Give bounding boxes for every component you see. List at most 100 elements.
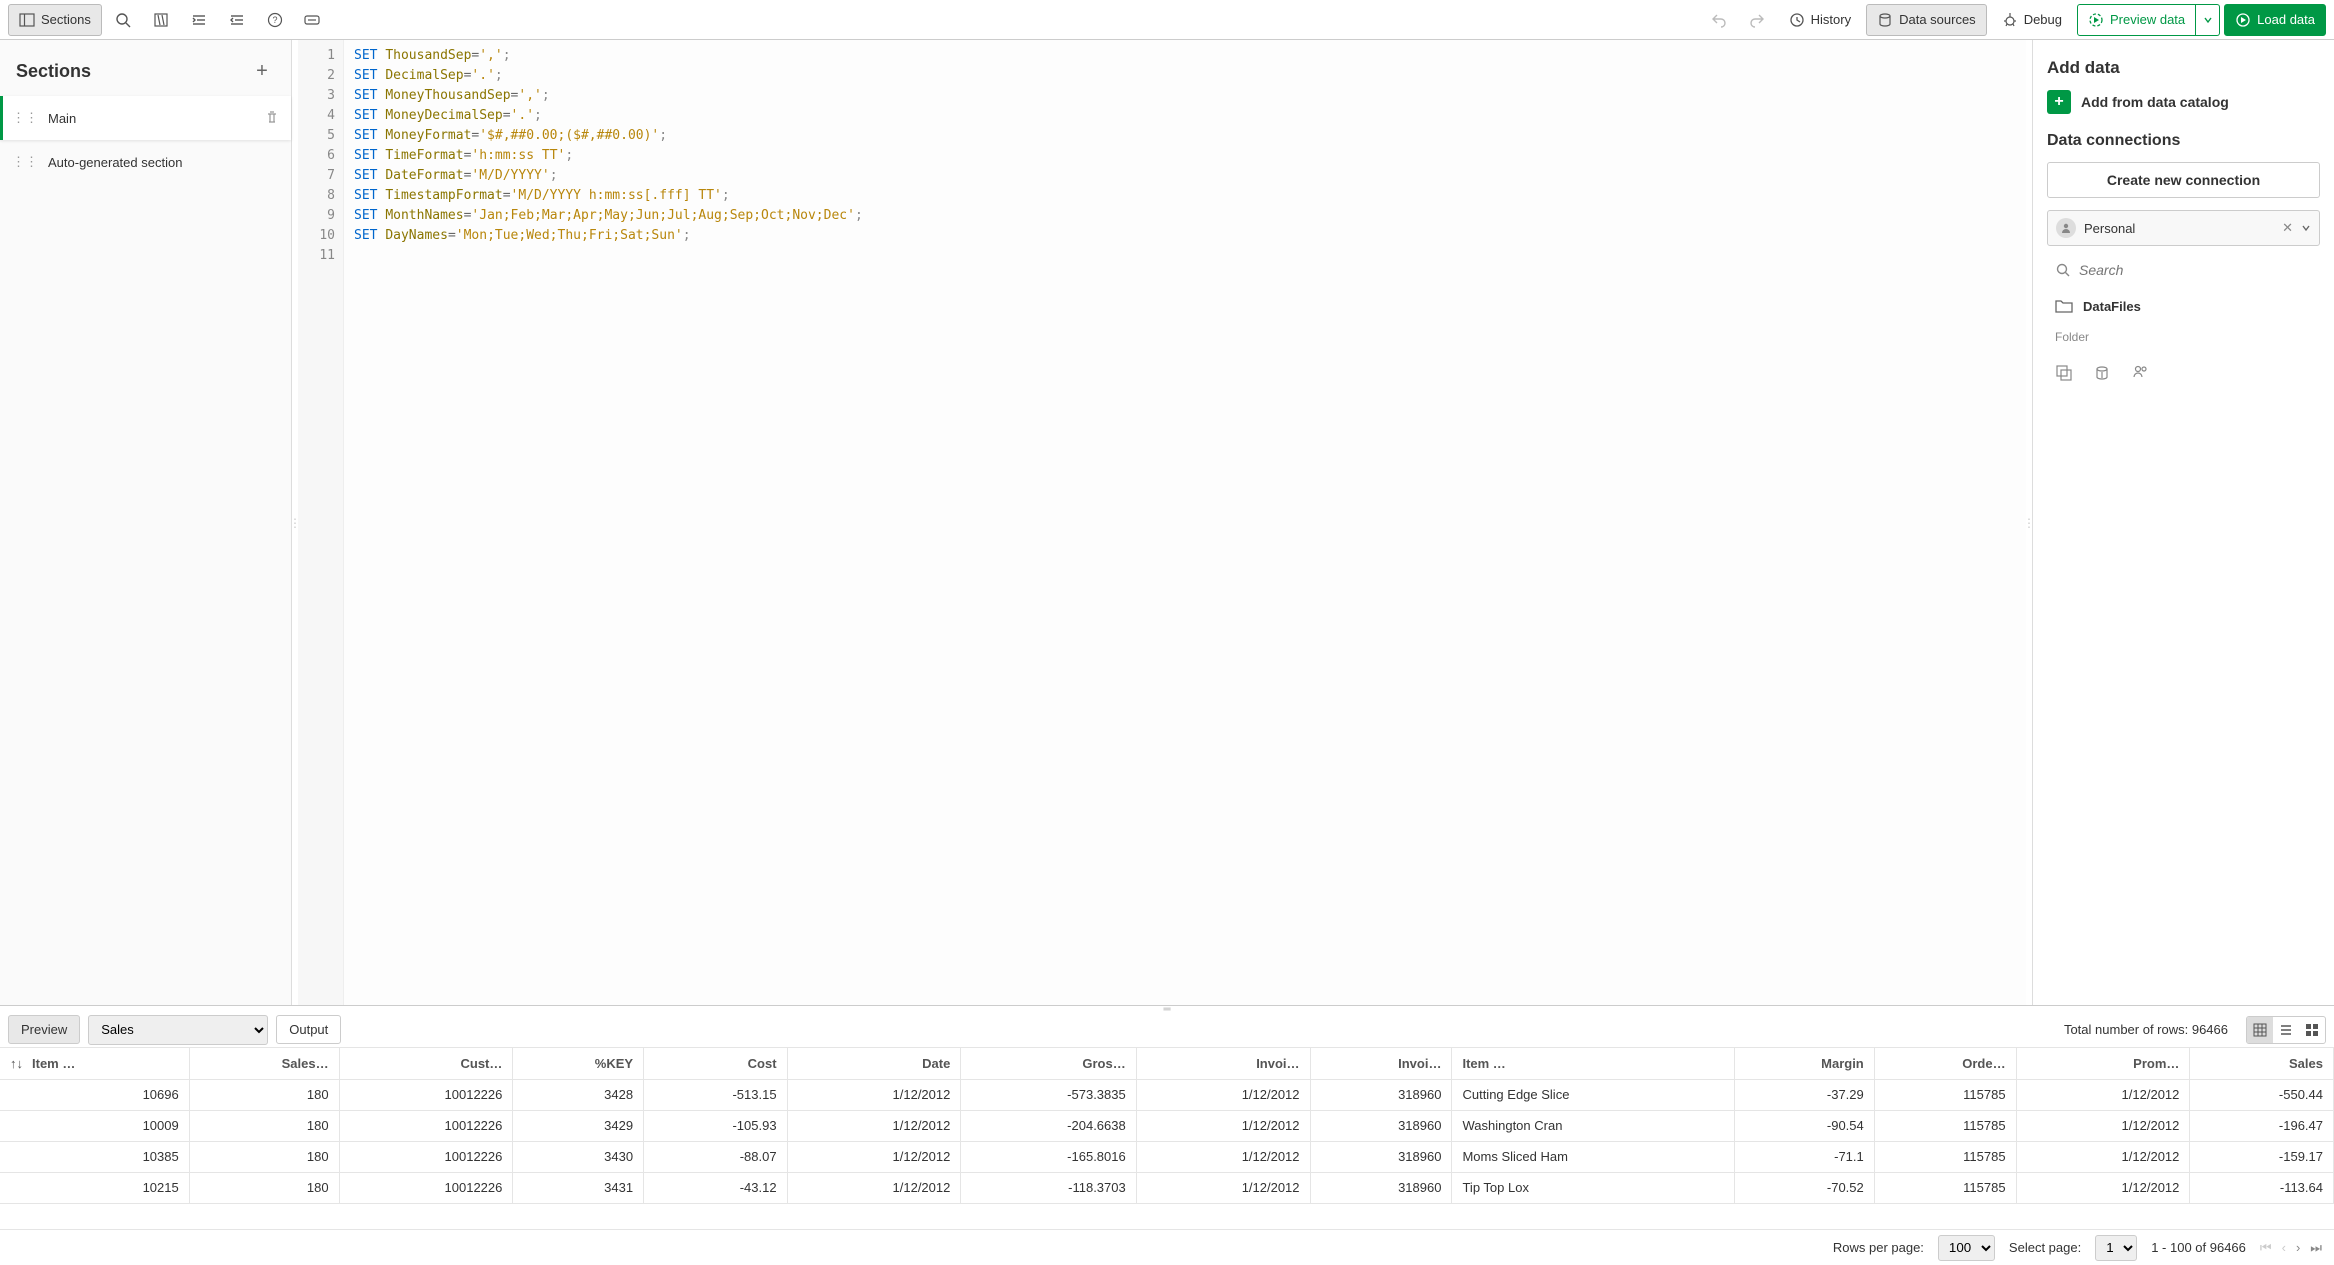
search-input[interactable] bbox=[2079, 262, 2312, 278]
column-header[interactable]: Cost bbox=[644, 1048, 787, 1079]
column-header[interactable]: Invoi… bbox=[1310, 1048, 1452, 1079]
table-row[interactable]: 10385180100122263430-88.071/12/2012-165.… bbox=[0, 1141, 2334, 1172]
preview-data-label: Preview data bbox=[2110, 12, 2185, 27]
preview-tab[interactable]: Preview bbox=[8, 1015, 80, 1044]
column-header[interactable]: Cust… bbox=[339, 1048, 513, 1079]
sections-sidebar: Sections + ⋮⋮Main⋮⋮Auto-generated sectio… bbox=[0, 40, 292, 1005]
rows-per-page-select[interactable]: 100 bbox=[1938, 1235, 1995, 1261]
table-cell: -550.44 bbox=[2190, 1079, 2334, 1110]
comment-toggle-button[interactable] bbox=[144, 4, 178, 36]
table-cell: 115785 bbox=[1874, 1172, 2016, 1203]
indent-button[interactable] bbox=[182, 4, 216, 36]
table-cell: -105.93 bbox=[644, 1110, 787, 1141]
load-icon bbox=[2235, 12, 2251, 28]
column-header[interactable]: Sales bbox=[2190, 1048, 2334, 1079]
outdent-button[interactable] bbox=[220, 4, 254, 36]
table-cell: 10009 bbox=[0, 1110, 189, 1141]
help-button[interactable]: ? bbox=[258, 4, 292, 36]
grid-view-icon[interactable] bbox=[2247, 1017, 2273, 1043]
editor-code[interactable]: SET ThousandSep=',';SET DecimalSep='.';S… bbox=[344, 40, 873, 1005]
next-page-icon[interactable]: › bbox=[2296, 1240, 2300, 1256]
sections-list: ⋮⋮Main⋮⋮Auto-generated section bbox=[0, 96, 291, 184]
table-cell: 1/12/2012 bbox=[1136, 1172, 1310, 1203]
drag-handle-icon[interactable]: ⋮⋮ bbox=[12, 154, 38, 170]
script-editor[interactable]: 1234567891011 SET ThousandSep=',';SET De… bbox=[298, 40, 2026, 1005]
table-cell: 1/12/2012 bbox=[787, 1172, 961, 1203]
chevron-down-icon[interactable] bbox=[2301, 221, 2311, 236]
preview-data-dropdown[interactable] bbox=[2196, 4, 2220, 36]
preview-table-wrap[interactable]: ↑↓Item …Sales…Cust…%KEYCostDateGros…Invo… bbox=[0, 1048, 2334, 1229]
table-selector[interactable]: Sales bbox=[88, 1015, 268, 1045]
undo-button[interactable] bbox=[1702, 4, 1736, 36]
table-row[interactable]: 10696180100122263428-513.151/12/2012-573… bbox=[0, 1079, 2334, 1110]
debug-button[interactable]: Debug bbox=[1991, 4, 2073, 36]
table-pager: Rows per page: 100 Select page: 1 1 - 10… bbox=[0, 1229, 2334, 1265]
history-button[interactable]: History bbox=[1778, 4, 1862, 36]
prev-page-icon[interactable]: ‹ bbox=[2282, 1240, 2286, 1256]
first-page-icon[interactable]: ⏮ bbox=[2260, 1240, 2272, 1256]
table-cell: 10215 bbox=[0, 1172, 189, 1203]
table-cell: -88.07 bbox=[644, 1141, 787, 1172]
column-header[interactable]: ↑↓Item … bbox=[0, 1048, 189, 1079]
table-cell: 3431 bbox=[513, 1172, 644, 1203]
table-cell: 3428 bbox=[513, 1079, 644, 1110]
select-page-select[interactable]: 1 bbox=[2095, 1235, 2137, 1261]
column-header[interactable]: Margin bbox=[1734, 1048, 1874, 1079]
column-header[interactable]: Prom… bbox=[2016, 1048, 2190, 1079]
datafiles-folder[interactable]: DataFiles bbox=[2047, 294, 2320, 318]
section-item[interactable]: ⋮⋮Main bbox=[0, 96, 291, 140]
bottom-panel: ═ Preview Sales Output Total number of r… bbox=[0, 1005, 2334, 1265]
section-item[interactable]: ⋮⋮Auto-generated section bbox=[0, 140, 291, 184]
insert-script-icon[interactable] bbox=[2093, 364, 2111, 385]
drag-handle-icon[interactable]: ⋮⋮ bbox=[12, 110, 38, 126]
space-filter-chip[interactable]: Personal ✕ bbox=[2047, 210, 2320, 246]
redo-button[interactable] bbox=[1740, 4, 1774, 36]
table-cell: 1/12/2012 bbox=[787, 1079, 961, 1110]
column-header[interactable]: Orde… bbox=[1874, 1048, 2016, 1079]
output-tab[interactable]: Output bbox=[276, 1015, 341, 1044]
preview-data-button[interactable]: Preview data bbox=[2077, 4, 2196, 36]
column-header[interactable]: Gros… bbox=[961, 1048, 1136, 1079]
chevron-down-icon bbox=[2203, 15, 2213, 25]
table-cell: 1/12/2012 bbox=[1136, 1079, 1310, 1110]
clear-filter-icon[interactable]: ✕ bbox=[2282, 220, 2293, 236]
add-section-button[interactable]: + bbox=[249, 58, 275, 84]
sections-panel-toggle[interactable]: Sections bbox=[8, 4, 102, 36]
data-sources-button[interactable]: Data sources bbox=[1866, 4, 1987, 36]
table-cell: 318960 bbox=[1310, 1079, 1452, 1110]
add-from-catalog-button[interactable]: + Add from data catalog bbox=[2047, 90, 2320, 114]
svg-text:?: ? bbox=[272, 15, 277, 25]
table-cell: 1/12/2012 bbox=[1136, 1110, 1310, 1141]
table-row[interactable]: 10009180100122263429-105.931/12/2012-204… bbox=[0, 1110, 2334, 1141]
tag-icon bbox=[304, 13, 322, 27]
column-header[interactable]: Invoi… bbox=[1136, 1048, 1310, 1079]
sections-btn-label: Sections bbox=[41, 12, 91, 27]
column-header[interactable]: Sales… bbox=[189, 1048, 339, 1079]
table-cell: Tip Top Lox bbox=[1452, 1172, 1734, 1203]
column-header[interactable]: Date bbox=[787, 1048, 961, 1079]
preview-tabs: Preview Sales Output Total number of row… bbox=[0, 1012, 2334, 1048]
search-button[interactable] bbox=[106, 4, 140, 36]
delete-section-icon[interactable] bbox=[265, 110, 279, 127]
table-cell: 115785 bbox=[1874, 1110, 2016, 1141]
add-catalog-label: Add from data catalog bbox=[2081, 94, 2229, 110]
redo-icon bbox=[1749, 12, 1765, 28]
last-page-icon[interactable]: ⏭ bbox=[2310, 1240, 2322, 1256]
tiles-view-icon[interactable] bbox=[2299, 1017, 2325, 1043]
table-cell: 3430 bbox=[513, 1141, 644, 1172]
search-connections[interactable] bbox=[2047, 258, 2320, 282]
folder-icon bbox=[2055, 298, 2073, 314]
table-row[interactable]: 10215180100122263431-43.121/12/2012-118.… bbox=[0, 1172, 2334, 1203]
top-toolbar: Sections ? History Data sources Debug Pr… bbox=[0, 0, 2334, 40]
column-header[interactable]: Item … bbox=[1452, 1048, 1734, 1079]
create-connection-button[interactable]: Create new connection bbox=[2047, 162, 2320, 198]
editor-gutter: 1234567891011 bbox=[298, 40, 344, 1005]
table-cell: -196.47 bbox=[2190, 1110, 2334, 1141]
column-header[interactable]: %KEY bbox=[513, 1048, 644, 1079]
load-data-button[interactable]: Load data bbox=[2224, 4, 2326, 36]
list-view-icon[interactable] bbox=[2273, 1017, 2299, 1043]
tag-button[interactable] bbox=[296, 4, 330, 36]
view-files-icon[interactable] bbox=[2131, 364, 2149, 385]
add-data-title: Add data bbox=[2047, 58, 2320, 78]
select-data-icon[interactable] bbox=[2055, 364, 2073, 385]
